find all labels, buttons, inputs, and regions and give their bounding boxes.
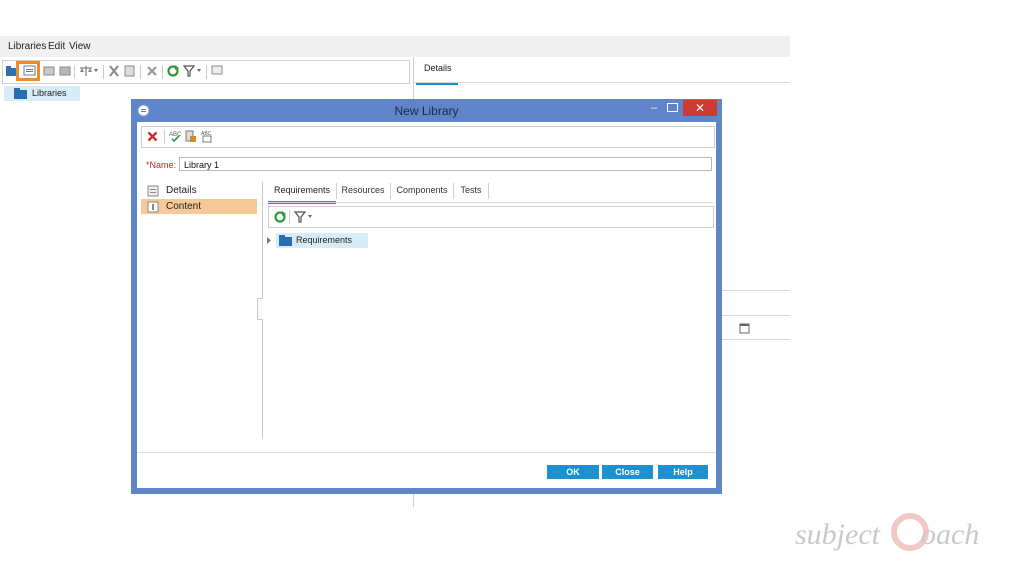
tree-node-libraries[interactable]: Libraries — [4, 86, 80, 101]
tabs-underline — [268, 202, 713, 203]
tab-details[interactable]: Details — [416, 58, 458, 85]
spelling-options-icon[interactable]: ABC — [201, 130, 213, 143]
toolbar-separator — [103, 65, 104, 79]
dialog-toolbar: ABC ABC — [141, 126, 715, 148]
tab-label: Requirements — [273, 185, 331, 195]
tab-separator — [488, 183, 489, 199]
close-button[interactable]: ✕ — [683, 100, 717, 116]
content-toolbar — [268, 206, 714, 228]
menu-libraries[interactable]: Libraries — [8, 41, 46, 52]
footer-divider — [137, 452, 716, 453]
compare-icon[interactable] — [79, 65, 93, 77]
tree-node-requirements[interactable]: Requirements — [276, 233, 368, 248]
nav-label: Content — [166, 201, 202, 212]
thesaurus-icon[interactable] — [185, 130, 197, 143]
subjectcoach-logo: subject oach — [795, 513, 979, 551]
tab-requirements[interactable]: Requirements — [268, 183, 336, 204]
toolbar-separator — [74, 65, 75, 79]
tab-resources[interactable]: Resources — [337, 183, 389, 201]
svg-text:subject: subject — [795, 518, 881, 551]
tab-label: Resources — [341, 185, 385, 195]
calendar-icon[interactable] — [739, 323, 750, 334]
tab-label: Components — [396, 185, 448, 195]
svg-text:oach: oach — [921, 518, 979, 551]
tab-tests[interactable]: Tests — [454, 183, 488, 201]
refresh-icon[interactable] — [167, 65, 179, 77]
tree-label: Libraries — [32, 88, 67, 98]
import-library-icon[interactable] — [43, 65, 55, 77]
nav-item-content[interactable]: Content — [141, 199, 257, 214]
nav-label: Details — [166, 185, 197, 196]
close-dialog-button[interactable]: Close — [602, 465, 653, 479]
tab-components[interactable]: Components — [391, 183, 453, 201]
nav-item-details[interactable]: Details — [141, 183, 257, 198]
comment-icon[interactable] — [211, 65, 223, 77]
divider — [414, 82, 790, 83]
folder-icon — [14, 88, 27, 99]
tree-label: Requirements — [296, 235, 353, 245]
svg-text:ABC: ABC — [169, 132, 181, 138]
export-library-icon[interactable] — [59, 65, 71, 77]
ok-button[interactable]: OK — [547, 465, 599, 479]
divider — [722, 339, 790, 340]
app-toolbar — [2, 60, 410, 84]
name-field[interactable]: Library 1 — [179, 157, 712, 171]
splitter-handle[interactable] — [257, 298, 263, 320]
dialog-titlebar[interactable]: New Library – ✕ — [131, 99, 722, 123]
menu-edit[interactable]: Edit — [48, 41, 65, 52]
delete-icon[interactable] — [147, 131, 158, 142]
filter-icon[interactable] — [183, 65, 195, 77]
toolbar-separator — [140, 65, 141, 79]
name-label: *Name: — [146, 160, 177, 170]
dialog-title: New Library — [394, 104, 459, 118]
toolbar-separator — [289, 210, 290, 224]
delete-icon[interactable] — [146, 65, 158, 77]
maximize-button[interactable] — [667, 103, 678, 112]
details-icon — [147, 185, 159, 197]
tab-label: Details — [424, 63, 452, 73]
toolbar-separator — [164, 130, 165, 144]
refresh-icon[interactable] — [274, 211, 286, 223]
chevron-down-icon[interactable] — [308, 215, 313, 219]
divider — [722, 315, 790, 316]
app-menubar: Libraries Edit View — [0, 36, 790, 57]
toolbar-separator — [206, 65, 207, 79]
paste-icon[interactable] — [124, 65, 135, 77]
dialog-body: ABC ABC *Name: Library 1 Details Content… — [137, 122, 716, 488]
tab-label: Tests — [460, 185, 482, 195]
filter-icon[interactable] — [294, 211, 306, 223]
highlight-frame — [16, 61, 40, 81]
help-button[interactable]: Help — [658, 465, 708, 479]
chevron-down-icon[interactable] — [197, 69, 202, 73]
spell-check-icon[interactable]: ABC — [169, 130, 181, 143]
content-icon — [147, 201, 159, 213]
expand-arrow-icon[interactable] — [267, 237, 272, 244]
cut-icon[interactable] — [108, 65, 120, 77]
toolbar-separator — [162, 65, 163, 79]
divider — [722, 290, 790, 291]
menu-view[interactable]: View — [69, 41, 91, 52]
minimize-button[interactable]: – — [651, 102, 663, 114]
chevron-down-icon[interactable] — [94, 69, 99, 73]
folder-icon — [279, 235, 292, 246]
new-library-dialog: New Library – ✕ ABC ABC *Name: Library 1… — [131, 99, 722, 494]
